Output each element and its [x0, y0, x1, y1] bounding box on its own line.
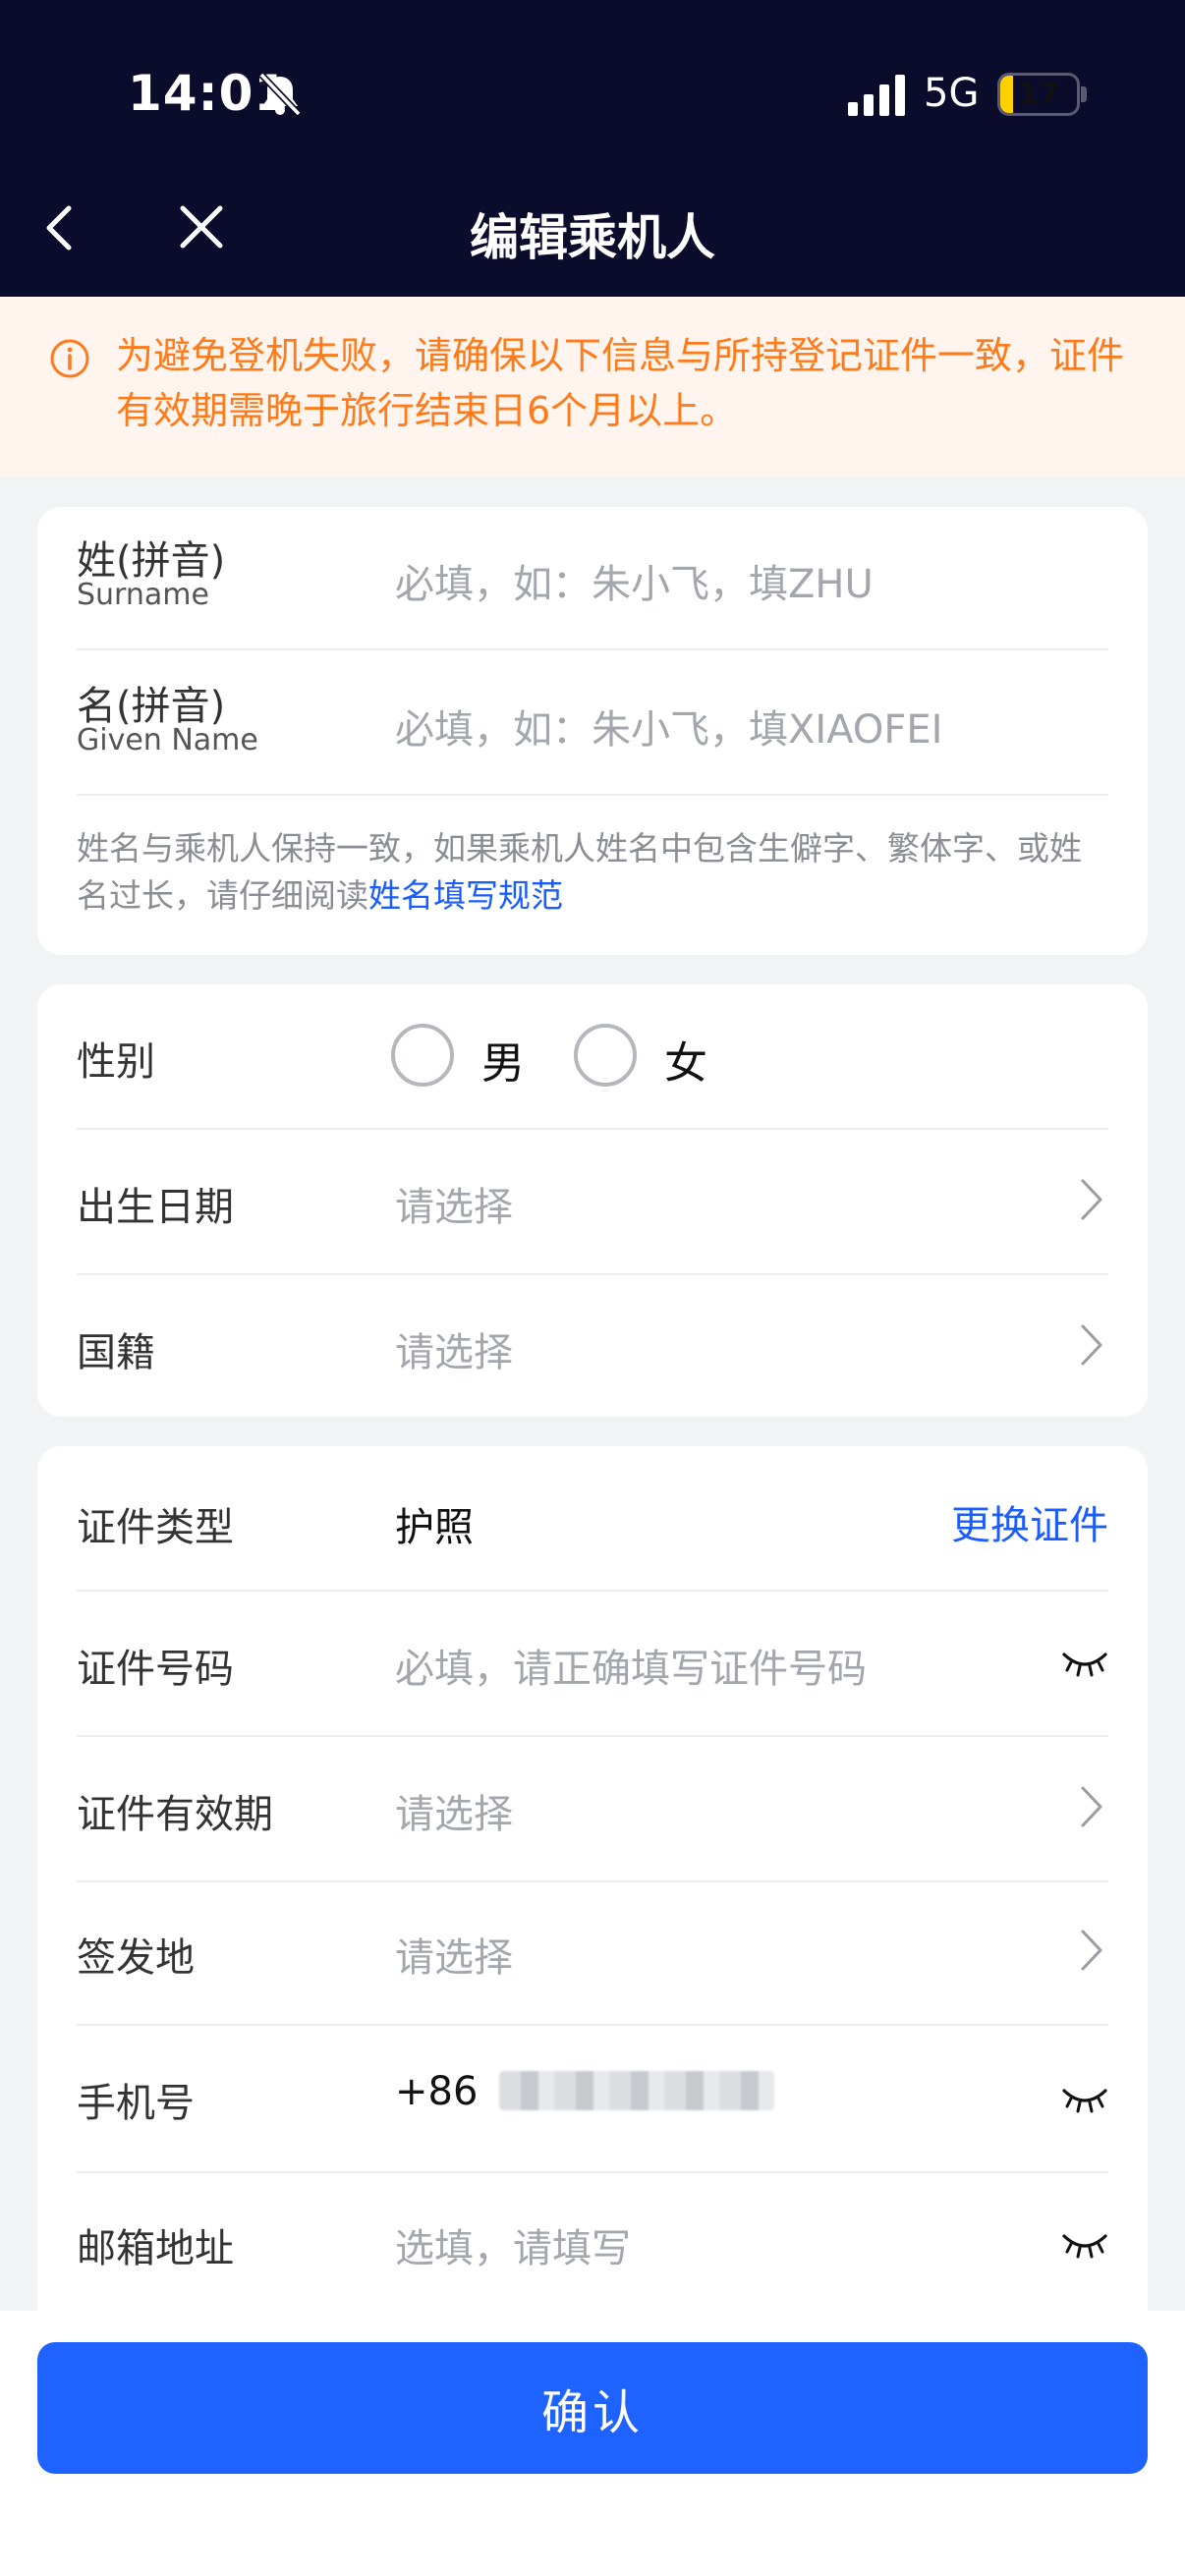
name-hint: 姓名与乘机人保持一致，如果乘机人姓名中包含生僻字、繁体字、或姓名过长，请仔细阅读… [77, 825, 1108, 920]
info-card: 性别 男 女 出生日期 请选择 国籍 请选择 [37, 984, 1148, 1417]
birthday-label: 出生日期 [77, 1185, 234, 1230]
chevron-right-icon [1081, 1786, 1102, 1827]
surname-row[interactable]: 姓(拼音) Surname 必填，如：朱小飞，填ZHU [77, 507, 1108, 650]
chevron-right-icon [1081, 1930, 1102, 1971]
validity-label: 证件有效期 [77, 1792, 273, 1837]
gender-label: 性别 [77, 1039, 155, 1085]
phone-row[interactable]: 手机号 +86 [77, 2026, 1108, 2171]
id-number-label: 证件号码 [77, 1647, 234, 1692]
gender-male-radio[interactable] [391, 1024, 454, 1087]
eye-closed-icon[interactable] [1061, 1649, 1108, 1678]
confirm-button[interactable]: 确认 [37, 2342, 1148, 2474]
name-card: 姓(拼音) Surname 必填，如：朱小飞，填ZHU 名(拼音) Given … [37, 507, 1148, 955]
battery-icon: 17 [997, 73, 1080, 116]
issue-place-select[interactable]: 请选择 [395, 1926, 513, 1983]
email-label: 邮箱地址 [77, 2226, 234, 2271]
bell-off-icon [258, 72, 302, 117]
gender-female-label[interactable]: 女 [664, 1028, 707, 1091]
page-title: 编辑乘机人 [470, 209, 715, 266]
id-type-row: 证件类型 护照 更换证件 [77, 1446, 1108, 1590]
eye-closed-icon[interactable] [1061, 2085, 1108, 2114]
id-number-row[interactable]: 证件号码 必填，请正确填写证件号码 [77, 1592, 1108, 1735]
gender-male-label[interactable]: 男 [481, 1028, 525, 1091]
battery-level: 17 [1018, 78, 1059, 112]
change-id-button[interactable]: 更换证件 [951, 1493, 1108, 1550]
id-type-label: 证件类型 [77, 1505, 234, 1550]
notice-text: 为避免登机失败，请确保以下信息与所持登记证件一致，证件有效期需晚于旅行结束日6个… [116, 334, 1125, 432]
gender-row: 性别 男 女 [77, 984, 1108, 1128]
nationality-label: 国籍 [77, 1330, 155, 1375]
issue-place-label: 签发地 [77, 1935, 195, 1981]
header: 14:01 5G 17 编辑乘机人 [0, 0, 1185, 297]
birthday-select[interactable]: 请选择 [395, 1175, 513, 1232]
given-name-label-en: Given Name [77, 723, 258, 757]
battery-tip [1081, 86, 1087, 102]
chevron-right-icon [1081, 1324, 1102, 1366]
bottom-bar: 确认 [0, 2311, 1185, 2576]
id-card: 证件类型 护照 更换证件 证件号码 必填，请正确填写证件号码 证件有效期 请选择… [37, 1446, 1148, 2330]
info-icon [50, 339, 89, 378]
phone-label: 手机号 [77, 2081, 195, 2126]
given-name-row[interactable]: 名(拼音) Given Name 必填，如：朱小飞，填XIAOFEI [77, 650, 1108, 796]
phone-country-code[interactable]: +86 [395, 2069, 478, 2114]
signal-icon [848, 75, 905, 116]
surname-label-en: Surname [77, 578, 209, 612]
issue-place-row[interactable]: 签发地 请选择 [77, 1882, 1108, 2026]
phone-number-masked[interactable] [499, 2071, 774, 2110]
nationality-select[interactable]: 请选择 [395, 1320, 513, 1377]
name-rules-link[interactable]: 姓名填写规范 [368, 876, 563, 915]
email-row[interactable]: 邮箱地址 选填，请填写 [77, 2173, 1108, 2317]
gender-female-radio[interactable] [574, 1024, 637, 1087]
divider [77, 794, 1108, 796]
network-type: 5G [924, 71, 980, 116]
id-type-value: 护照 [395, 1505, 474, 1550]
name-hint-text: 姓名与乘机人保持一致，如果乘机人姓名中包含生僻字、繁体字、或姓名过长，请仔细阅读 [77, 829, 1082, 915]
email-input[interactable]: 选填，请填写 [395, 2216, 631, 2273]
given-name-input[interactable]: 必填，如：朱小飞，填XIAOFEI [395, 698, 942, 755]
surname-input[interactable]: 必填，如：朱小飞，填ZHU [395, 552, 874, 609]
birthday-row[interactable]: 出生日期 请选择 [77, 1130, 1108, 1273]
validity-row[interactable]: 证件有效期 请选择 [77, 1737, 1108, 1880]
eye-closed-icon[interactable] [1061, 2230, 1108, 2260]
id-number-input[interactable]: 必填，请正确填写证件号码 [395, 1637, 867, 1694]
chevron-right-icon [1081, 1179, 1102, 1220]
nationality-row[interactable]: 国籍 请选择 [77, 1275, 1108, 1417]
validity-select[interactable]: 请选择 [395, 1782, 513, 1839]
